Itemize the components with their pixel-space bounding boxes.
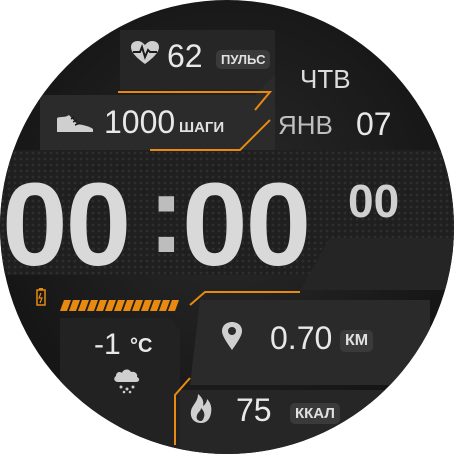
shoe-icon [57, 115, 93, 132]
calories-unit: ККАЛ [290, 403, 340, 424]
temperature-unit: °C [130, 335, 153, 357]
heart-rate-icon [131, 41, 159, 64]
calories-value: 75 [236, 392, 272, 428]
location-pin-icon [222, 322, 242, 350]
weekday-label: ЧТВ [300, 64, 351, 94]
steps-unit: ШАГИ [179, 119, 225, 136]
flame-icon [190, 394, 212, 423]
watch-face: 62 ПУЛЬС ЧТВ 1000 ШАГИ ЯНВ 07 00 : 00 00… [0, 0, 454, 454]
temperature-value: -1 [94, 328, 121, 361]
month-label: ЯНВ [278, 110, 333, 140]
time-seconds: 00 [348, 175, 400, 227]
heart-rate-value: 62 [167, 38, 203, 74]
heart-rate-unit: ПУЛЬС [216, 50, 271, 69]
battery-icon [36, 288, 46, 306]
distance-unit: КМ [340, 330, 374, 352]
time-minutes: 00 [182, 159, 311, 291]
time-separator: : [148, 153, 185, 276]
time-hours: 00 [2, 159, 131, 291]
day-label: 07 [356, 106, 392, 142]
distance-value: 0.70 [270, 320, 333, 356]
steps-value: 1000 [104, 104, 176, 140]
snow-cloud-icon [114, 369, 140, 394]
